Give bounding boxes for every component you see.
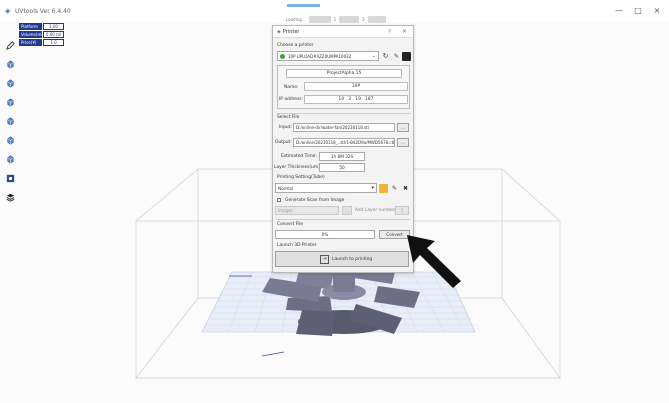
layer-thickness-field[interactable]: 50 <box>319 163 365 172</box>
dialog-title-bar: ◈ Printer ? × <box>273 26 413 38</box>
launch-icon: ⇥ <box>320 255 329 264</box>
edit-setting-icon[interactable]: ✎ <box>390 184 399 193</box>
launch-printer-label: Launch 3D Printer <box>277 243 317 248</box>
browse-output-button[interactable]: ... <box>397 138 409 147</box>
app-logo-icon: ◈ <box>5 7 11 15</box>
folder-icon[interactable] <box>379 184 388 193</box>
ip-field[interactable]: 10 . 3 . 19 . 187 <box>304 95 408 104</box>
top-tool-label-left: Loading... <box>286 16 306 22</box>
name-label: Name: <box>284 85 299 90</box>
output-path-value: D:/online/20230118_..stl/1-B42D9a/MWD567… <box>296 140 394 145</box>
dropdown-arrow-icon: ▾ <box>371 185 374 191</box>
printing-setting-value: Normal <box>278 186 294 191</box>
input-path-field[interactable]: D:/online-dir/water-fan/20230118.stl <box>293 123 395 132</box>
estimated-time-label: Estimated Time: <box>281 154 317 159</box>
ip-label: IP address: <box>279 97 304 102</box>
choose-printer-label: Choose a printer <box>277 43 314 48</box>
select-file-label: Select File <box>277 115 300 120</box>
pointer-arrow-icon <box>407 235 461 288</box>
dialog-title: Printer <box>282 28 300 35</box>
convert-file-label: Convert File <box>277 222 304 227</box>
divider <box>277 219 410 220</box>
refresh-icon[interactable]: ↻ <box>381 52 390 61</box>
image-select[interactable]: Images <box>275 206 339 215</box>
top-tool-label-mid: 1 <box>333 16 337 22</box>
dialog-logo-icon: ◈ <box>277 28 281 35</box>
printer-icon[interactable] <box>402 52 411 61</box>
convert-progress-bar: 0% <box>275 230 375 239</box>
status-dot-icon <box>280 54 285 59</box>
top-tool-label-right: 2 <box>362 16 365 22</box>
output-label: Output: <box>275 140 292 145</box>
image-select-value: Images <box>278 208 293 213</box>
input-label: Input: <box>279 125 292 130</box>
maximize-button[interactable]: □ <box>631 5 645 17</box>
help-button[interactable]: ? <box>388 29 391 35</box>
estimated-time-field: 1h 8M 32S <box>319 152 365 161</box>
generate-label: Generate Scan from Image <box>285 198 345 203</box>
layer-thickness-label: Layer Thickness(um): <box>274 165 322 170</box>
minimize-button[interactable]: — <box>612 5 626 17</box>
image-browse-button[interactable]: ... <box>342 206 352 215</box>
printing-setting-label: Printing Setting(Tube) <box>277 175 325 180</box>
edit-icon[interactable]: ✎ <box>392 52 401 61</box>
output-path-field[interactable]: D:/online/20230118_..stl/1-B42D9a/MWD567… <box>293 138 395 147</box>
chevron-down-icon: ⌄ <box>371 53 376 59</box>
window-title: UVtools Ver 6.4.40 <box>15 7 71 15</box>
app-window: ◈ UVtools Ver 6.4.40 — □ × Loading... 1 … <box>0 0 669 403</box>
divider <box>277 113 410 114</box>
close-button[interactable]: × <box>650 5 664 17</box>
printer-model: ProjectAlpha 15 <box>286 69 402 78</box>
printing-setting-select[interactable]: Normal ▾ <box>275 183 377 193</box>
browse-input-button[interactable]: ... <box>397 123 409 132</box>
top-accent-line <box>287 4 320 7</box>
printer-select-value: 10P UPLOAD#AZZ0UMPA10032 <box>288 54 352 59</box>
generate-checkbox[interactable] <box>277 198 281 202</box>
printer-info-group: ProjectAlpha 15 Name: 10P IP address: 10… <box>277 65 410 109</box>
dialog-close-button[interactable]: × <box>402 28 407 35</box>
printer-dialog: ◈ Printer ? × Choose a printer 10P UPLOA… <box>272 25 414 273</box>
add-layer-label: Add Layer number <box>355 208 396 213</box>
name-field[interactable]: 10P <box>304 82 408 91</box>
printer-select[interactable]: 10P UPLOAD#AZZ0UMPA10032 ⌄ <box>277 51 379 61</box>
add-layer-field[interactable]: 1 <box>395 206 409 215</box>
input-path-value: D:/online-dir/water-fan/20230118.stl <box>296 125 369 130</box>
launch-printing-label: Launch to printing <box>332 257 373 262</box>
delete-setting-icon[interactable]: ✖ <box>401 184 410 193</box>
launch-printing-button[interactable]: ⇥ Launch to printing <box>275 251 409 267</box>
